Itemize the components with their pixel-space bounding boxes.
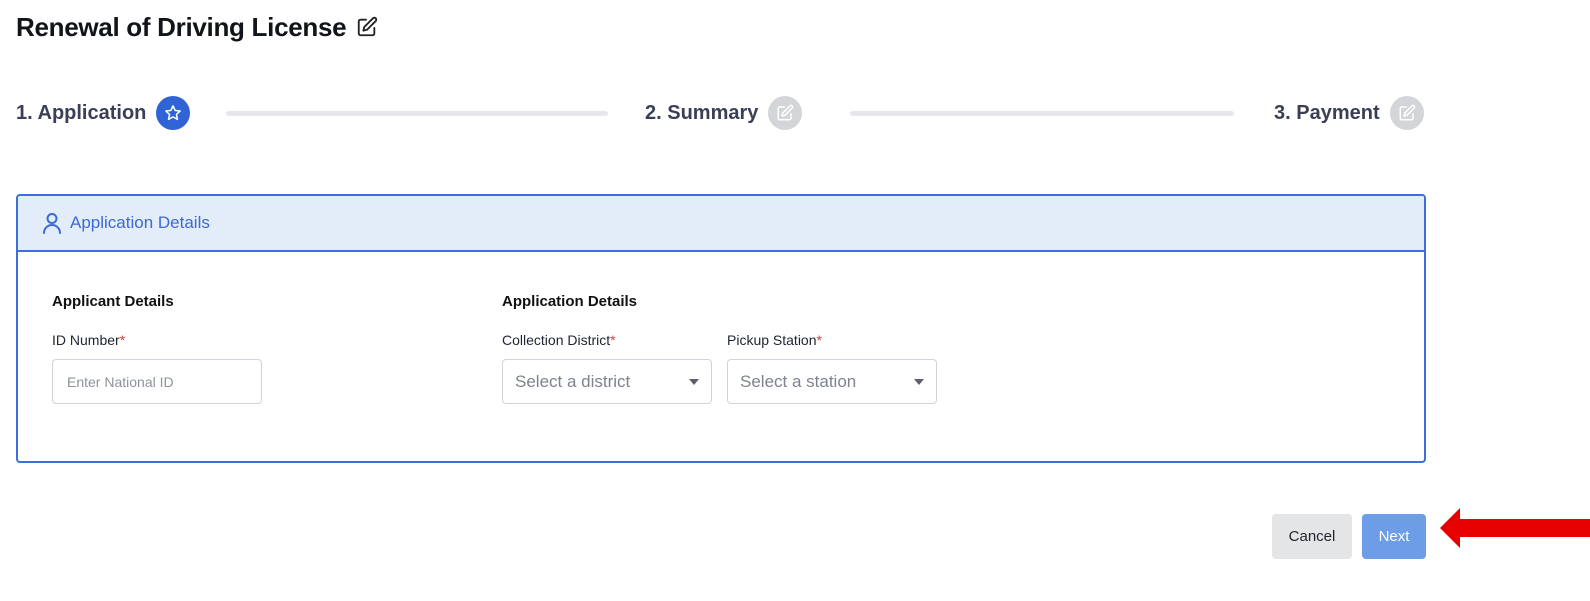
edit-icon bbox=[1389, 96, 1424, 130]
collection-district-label: Collection District* bbox=[502, 332, 616, 348]
step-label: 2. Summary bbox=[645, 101, 759, 124]
step-connector bbox=[850, 111, 1234, 116]
user-icon bbox=[42, 212, 62, 234]
required-mark: * bbox=[610, 332, 616, 348]
pickup-station-label: Pickup Station* bbox=[727, 332, 822, 348]
required-mark: * bbox=[119, 332, 126, 348]
id-number-label: ID Number* bbox=[52, 332, 125, 348]
collection-district-select[interactable]: Select a district bbox=[502, 359, 712, 404]
pickup-station-select[interactable]: Select a station bbox=[727, 359, 937, 404]
card-header: Application Details bbox=[18, 196, 1424, 252]
pickup-station-placeholder: Select a station bbox=[740, 371, 857, 391]
step-payment[interactable]: 3. Payment bbox=[1274, 94, 1424, 132]
collection-district-placeholder: Select a district bbox=[515, 371, 631, 391]
step-connector bbox=[226, 111, 608, 116]
collection-district-label-text: Collection District bbox=[502, 332, 611, 348]
id-number-input[interactable] bbox=[52, 359, 262, 404]
step-application[interactable]: 1. Application bbox=[16, 94, 191, 132]
required-mark: * bbox=[816, 332, 822, 348]
progress-stepper: 1. Application 2. Summary 3. Payment bbox=[16, 94, 1426, 132]
next-button[interactable]: Next bbox=[1362, 514, 1426, 559]
step-summary[interactable]: 2. Summary bbox=[645, 94, 803, 132]
application-details-heading: Application Details bbox=[502, 293, 638, 310]
card-body: Applicant Details ID Number* Application… bbox=[18, 252, 1424, 461]
applicant-details-heading: Applicant Details bbox=[52, 293, 174, 310]
card-header-title: Application Details bbox=[70, 213, 210, 232]
caret-down-icon bbox=[689, 378, 699, 385]
edit-icon bbox=[768, 96, 803, 130]
step-label: 3. Payment bbox=[1274, 101, 1380, 124]
step-label: 1. Application bbox=[16, 101, 147, 124]
caret-down-icon bbox=[914, 378, 924, 385]
page-header: Renewal of Driving License bbox=[16, 10, 378, 44]
edit-icon[interactable] bbox=[356, 16, 378, 38]
page-title: Renewal of Driving License bbox=[16, 11, 347, 42]
application-details-card: Application Details Applicant Details ID… bbox=[16, 194, 1426, 463]
star-icon bbox=[156, 96, 191, 130]
annotation-arrow-icon bbox=[1440, 508, 1590, 548]
id-number-label-text: ID Number bbox=[52, 332, 120, 348]
pickup-station-label-text: Pickup Station bbox=[727, 332, 817, 348]
cancel-button[interactable]: Cancel bbox=[1272, 514, 1352, 559]
